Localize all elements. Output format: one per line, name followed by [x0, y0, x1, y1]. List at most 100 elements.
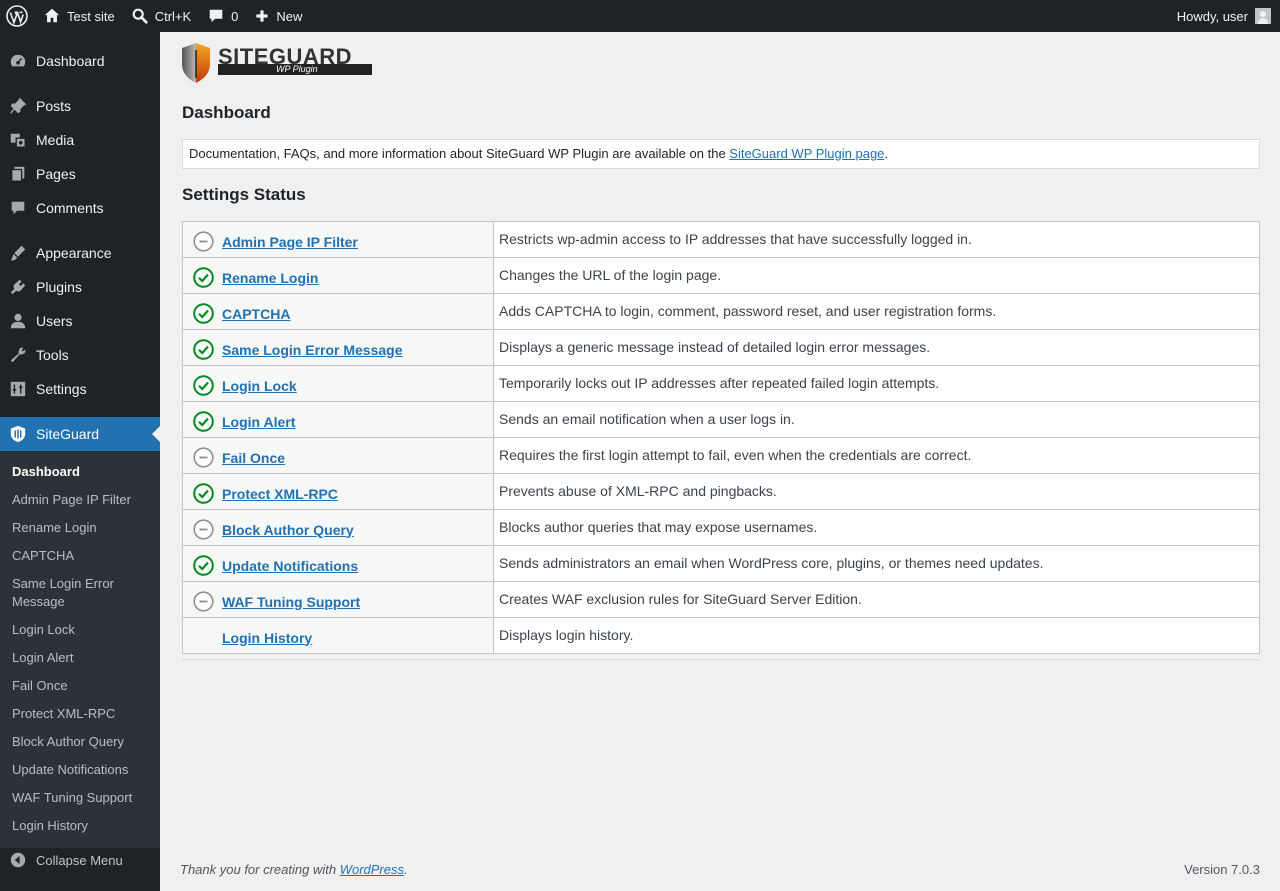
plugin-icon [10, 279, 26, 295]
table-row: Block Author Query Blocks author queries … [182, 509, 1260, 546]
sidebar-item-dashboard[interactable]: Dashboard [0, 44, 160, 78]
enabled-check-icon [193, 303, 214, 324]
wp-logo-menu[interactable] [0, 0, 35, 32]
search-menu[interactable]: Ctrl+K [123, 0, 199, 32]
feature-name-cell: Same Login Error Message [182, 329, 494, 366]
feature-name-cell: Block Author Query [182, 509, 494, 546]
sidebar-item-label: Users [36, 313, 73, 329]
table-row: Login Lock Temporarily locks out IP addre… [182, 365, 1260, 402]
collapse-menu-label: Collapse Menu [36, 852, 123, 868]
submenu-item-dashboard[interactable]: Dashboard [0, 458, 160, 486]
feature-name-cell: Login Alert [182, 401, 494, 438]
submenu-item-captcha[interactable]: CAPTCHA [0, 542, 160, 570]
feature-link-update-notifications[interactable]: Update Notifications [222, 558, 358, 574]
info-notice: Documentation, FAQs, and more informatio… [182, 139, 1260, 169]
table-row: Admin Page IP Filter Restricts wp-admin a… [182, 221, 1260, 258]
wrench-icon [10, 347, 26, 363]
feature-link-block-author-query[interactable]: Block Author Query [222, 522, 354, 538]
sidebar-item-posts[interactable]: Posts [0, 89, 160, 123]
enabled-check-icon [193, 375, 214, 396]
sidebar-item-pages[interactable]: Pages [0, 157, 160, 191]
feature-description: Sends an email notification when a user … [493, 401, 1260, 438]
sidebar-item-label: Plugins [36, 279, 82, 295]
sidebar-item-media[interactable]: Media [0, 123, 160, 157]
enabled-check-icon [193, 267, 214, 288]
my-account-menu[interactable]: Howdy, user [1177, 0, 1280, 32]
home-icon [44, 8, 60, 23]
sidebar-item-label: Dashboard [36, 53, 105, 69]
disabled-minus-icon [193, 519, 214, 540]
site-name-label: Test site [67, 8, 115, 24]
submenu-item-login-alert[interactable]: Login Alert [0, 644, 160, 672]
sidebar-item-settings[interactable]: Settings [0, 372, 160, 406]
sidebar-item-label: Appearance [36, 245, 112, 261]
new-content-menu[interactable]: New [246, 0, 310, 32]
version-text: Version 7.0.3 [1184, 862, 1260, 877]
sidebar-item-plugins[interactable]: Plugins [0, 270, 160, 304]
feature-description: Blocks author queries that may expose us… [493, 509, 1260, 546]
feature-description: Restricts wp-admin access to IP addresse… [493, 221, 1260, 258]
feature-link-fail-once[interactable]: Fail Once [222, 450, 285, 466]
site-name-menu[interactable]: Test site [35, 0, 123, 32]
wordpress-link[interactable]: WordPress [340, 862, 404, 877]
feature-name-cell: WAF Tuning Support [182, 581, 494, 618]
notice-end: . [884, 146, 889, 161]
dashboard-icon [10, 54, 26, 67]
submenu-item-block-author-query[interactable]: Block Author Query [0, 728, 160, 756]
feature-link-rename-login[interactable]: Rename Login [222, 270, 318, 286]
table-row: Update Notifications Sends administrators… [182, 545, 1260, 582]
feature-name-cell: Protect XML-RPC [182, 473, 494, 510]
feature-description: Displays login history. [493, 617, 1260, 654]
submenu-item-protect-xml-rpc[interactable]: Protect XML-RPC [0, 700, 160, 728]
feature-name-cell: CAPTCHA [182, 293, 494, 330]
feature-description: Temporarily locks out IP addresses after… [493, 365, 1260, 402]
table-row: Fail Once Requires the first login attemp… [182, 437, 1260, 474]
siteguard-plugin-page-link[interactable]: SiteGuard WP Plugin page [729, 146, 884, 161]
submenu-item-login-history[interactable]: Login History [0, 812, 160, 840]
enabled-check-icon [193, 411, 214, 432]
feature-link-login-alert[interactable]: Login Alert [222, 414, 295, 430]
collapse-arrow-icon [10, 852, 26, 868]
sidebar-item-tools[interactable]: Tools [0, 338, 160, 372]
comment-icon [11, 201, 25, 215]
submenu-item-fail-once[interactable]: Fail Once [0, 672, 160, 700]
feature-link-login-history[interactable]: Login History [222, 630, 312, 646]
divider [182, 659, 1260, 660]
settings-icon [10, 381, 26, 397]
sidebar-item-comments[interactable]: Comments [0, 191, 160, 225]
sidebar-item-users[interactable]: Users [0, 304, 160, 338]
avatar[interactable] [1255, 8, 1271, 24]
table-row: Login Alert Sends an email notification w… [182, 401, 1260, 438]
submenu-item-login-lock[interactable]: Login Lock [0, 616, 160, 644]
collapse-menu-button[interactable]: Collapse Menu [0, 843, 160, 877]
search-shortcut-label: Ctrl+K [154, 8, 192, 24]
admin-bar: Test site Ctrl+K 0 New Howdy, user [0, 0, 1280, 32]
media-icon [10, 133, 26, 148]
feature-link-same-login-error-message[interactable]: Same Login Error Message [222, 342, 403, 358]
settings-status-heading: Settings Status [182, 185, 306, 204]
feature-name-cell: Fail Once [182, 437, 494, 474]
sidebar-item-label: Tools [36, 347, 69, 363]
submenu-item-waf-tuning-support[interactable]: WAF Tuning Support [0, 784, 160, 812]
feature-description: Requires the first login attempt to fail… [493, 437, 1260, 474]
comments-menu[interactable]: 0 [199, 0, 246, 32]
feature-link-waf-tuning-support[interactable]: WAF Tuning Support [222, 594, 360, 610]
feature-link-protect-xml-rpc[interactable]: Protect XML-RPC [222, 486, 338, 502]
wordpress-logo-icon [6, 5, 28, 27]
submenu-item-same-login-error-message[interactable]: Same Login Error Message [0, 570, 160, 616]
sidebar-item-siteguard[interactable]: SiteGuard [0, 417, 160, 451]
greeting-text: Howdy, user [1176, 8, 1248, 24]
submenu-item-update-notifications[interactable]: Update Notifications [0, 756, 160, 784]
feature-link-admin-page-ip-filter[interactable]: Admin Page IP Filter [222, 234, 358, 250]
footer-thanks: Thank you for creating with WordPress. [180, 862, 408, 877]
sidebar-item-label: Comments [36, 200, 104, 216]
feature-link-login-lock[interactable]: Login Lock [222, 378, 297, 394]
sidebar-item-appearance[interactable]: Appearance [0, 236, 160, 270]
feature-description: Displays a generic message instead of de… [493, 329, 1260, 366]
submenu-item-rename-login[interactable]: Rename Login [0, 514, 160, 542]
enabled-check-icon [193, 483, 214, 504]
feature-link-captcha[interactable]: CAPTCHA [222, 306, 290, 322]
sidebar-item-label: Settings [36, 381, 87, 397]
sidebar-item-label: Posts [36, 98, 72, 114]
submenu-item-admin-page-ip-filter[interactable]: Admin Page IP Filter [0, 486, 160, 514]
